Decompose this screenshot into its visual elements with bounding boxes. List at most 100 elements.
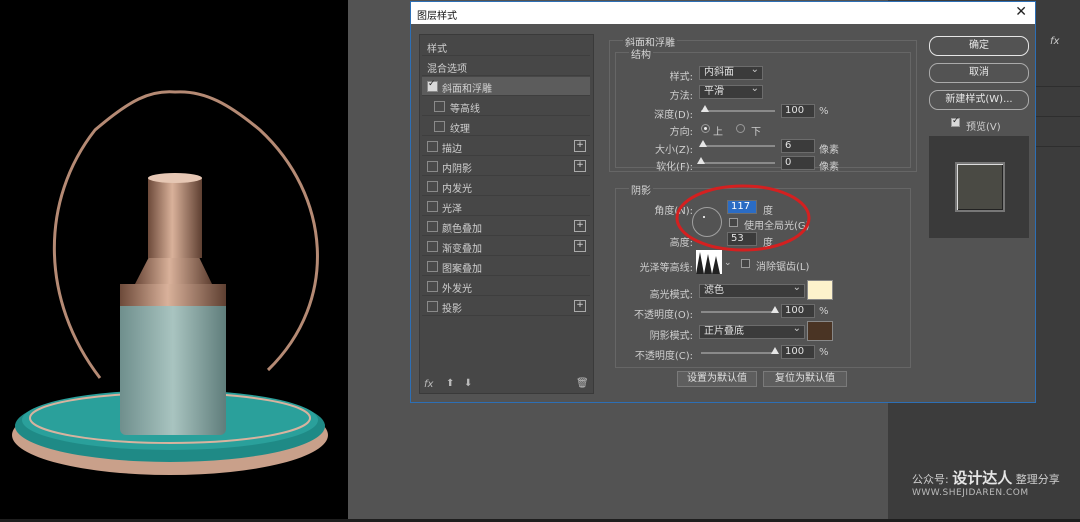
make-default-button[interactable]: 设置为默认值 xyxy=(677,371,757,387)
style-list-item[interactable]: 颜色叠加 + xyxy=(422,217,590,236)
style-item-label: 斜面和浮雕 xyxy=(442,84,492,95)
size-unit: 像素 xyxy=(819,145,839,156)
soften-slider-thumb[interactable] xyxy=(697,157,705,164)
layer-style-dialog: 图层样式 ✕ 样式 混合选项 fx ⬆ ⬇ 🗑 斜面和浮雕等高线纹理描边+内阴影… xyxy=(410,1,1036,403)
style-checkbox[interactable] xyxy=(427,161,438,172)
size-slider[interactable] xyxy=(699,140,775,147)
shading-group-title: 阴影 xyxy=(629,182,653,197)
style-list-item[interactable]: 内阴影 + xyxy=(422,157,590,176)
direction-down-radio[interactable] xyxy=(736,124,745,133)
shadow-opacity-input[interactable]: 100 xyxy=(781,345,815,359)
size-input[interactable]: 6 xyxy=(781,139,815,153)
depth-input[interactable]: 100 xyxy=(781,104,815,118)
style-list-item[interactable]: 渐变叠加 + xyxy=(422,237,590,256)
blending-options-item[interactable]: 混合选项 xyxy=(422,57,590,76)
add-instance-icon[interactable]: + xyxy=(574,300,586,312)
preview-label: 预览(V) xyxy=(966,122,1001,133)
bevel-style-select[interactable]: 内斜面 xyxy=(699,64,763,80)
add-instance-icon[interactable]: + xyxy=(574,160,586,172)
style-list-item[interactable]: 等高线 xyxy=(422,97,590,116)
side-panel-row[interactable] xyxy=(1036,118,1080,147)
highlight-opacity-thumb[interactable] xyxy=(771,306,779,313)
highlight-opacity-input[interactable]: 100 xyxy=(781,304,815,318)
highlight-mode-select[interactable]: 滤色 xyxy=(699,282,805,298)
style-item-label: 外发光 xyxy=(442,284,472,295)
add-instance-icon[interactable]: + xyxy=(574,220,586,232)
style-checkbox[interactable] xyxy=(427,241,438,252)
shadow-opacity-slider[interactable] xyxy=(701,347,779,354)
style-list-item[interactable]: 外发光 xyxy=(422,277,590,296)
technique-label: 方法: xyxy=(669,91,693,102)
trash-icon[interactable]: 🗑 xyxy=(576,378,589,389)
shadow-mode-select[interactable]: 正片叠底 xyxy=(699,323,805,339)
cancel-button[interactable]: 取消 xyxy=(929,63,1029,83)
dialog-titlebar[interactable]: 图层样式 ✕ xyxy=(411,2,1035,24)
style-checkbox[interactable] xyxy=(434,101,445,112)
style-item-label: 图案叠加 xyxy=(442,264,482,275)
side-panel-row[interactable] xyxy=(1036,88,1080,117)
shadow-mode-label: 阴影模式: xyxy=(649,331,693,342)
style-list-item[interactable]: 光泽 xyxy=(422,197,590,216)
highlight-opacity-label: 不透明度(O): xyxy=(633,310,693,321)
style-checkbox[interactable] xyxy=(427,79,438,92)
technique-select[interactable]: 平滑 xyxy=(699,83,763,99)
style-checkbox[interactable] xyxy=(427,201,438,212)
preview-checkbox[interactable]: ✓ xyxy=(951,116,960,127)
direction-down-label: 下 xyxy=(751,127,761,138)
shadow-opacity-unit: % xyxy=(819,347,829,358)
highlight-color-swatch[interactable] xyxy=(807,280,833,300)
style-checkbox[interactable] xyxy=(427,301,438,312)
style-checkbox[interactable] xyxy=(427,261,438,272)
anti-alias-checkbox[interactable] xyxy=(741,259,750,268)
depth-slider[interactable] xyxy=(701,105,775,112)
watermark-brand: 设计达人 xyxy=(952,469,1013,487)
direction-up-label: 上 xyxy=(713,127,723,138)
add-instance-icon[interactable]: + xyxy=(574,240,586,252)
depth-unit: % xyxy=(819,106,829,117)
soften-input[interactable]: 0 xyxy=(781,156,815,170)
style-list-item[interactable]: 内发光 xyxy=(422,177,590,196)
reset-default-button[interactable]: 复位为默认值 xyxy=(763,371,847,387)
move-down-icon[interactable]: ⬇ xyxy=(464,378,472,389)
product-artwork-image xyxy=(12,90,328,475)
style-checkbox[interactable] xyxy=(427,281,438,292)
soften-unit: 像素 xyxy=(819,162,839,173)
style-checkbox[interactable] xyxy=(427,181,438,192)
new-style-button[interactable]: 新建样式(W)... xyxy=(929,90,1029,110)
red-annotation-circle xyxy=(675,184,811,252)
soften-slider[interactable] xyxy=(697,157,775,164)
style-list-header[interactable]: 样式 xyxy=(422,37,590,56)
blending-options-label: 混合选项 xyxy=(427,64,467,75)
size-slider-thumb[interactable] xyxy=(699,140,707,147)
shadow-opacity-thumb[interactable] xyxy=(771,347,779,354)
direction-label: 方向: xyxy=(669,127,693,138)
add-instance-icon[interactable]: + xyxy=(574,140,586,152)
highlight-opacity-slider[interactable] xyxy=(701,306,779,313)
dialog-title: 图层样式 xyxy=(417,11,457,22)
move-up-icon[interactable]: ⬆ xyxy=(446,378,454,389)
side-panel-row[interactable] xyxy=(1036,58,1080,87)
gloss-contour-thumbnail[interactable] xyxy=(696,250,722,274)
style-list-item[interactable]: 图案叠加 xyxy=(422,257,590,276)
preview-swatch xyxy=(955,162,1005,212)
direction-up-radio[interactable] xyxy=(701,124,710,133)
soften-label: 软化(F): xyxy=(656,162,693,173)
highlight-opacity-unit: % xyxy=(819,306,829,317)
style-list-item[interactable]: 纹理 xyxy=(422,117,590,136)
style-item-label: 描边 xyxy=(442,144,462,155)
contour-dropdown-icon[interactable]: ⌄ xyxy=(724,258,732,268)
close-icon[interactable]: ✕ xyxy=(1015,4,1027,20)
style-item-label: 渐变叠加 xyxy=(442,244,482,255)
fx-indicator: fx xyxy=(1050,36,1060,47)
style-list-item[interactable]: 投影 + xyxy=(422,297,590,316)
highlight-mode-label: 高光模式: xyxy=(649,290,693,301)
depth-slider-thumb[interactable] xyxy=(701,105,709,112)
style-checkbox[interactable] xyxy=(427,221,438,232)
style-list-item[interactable]: 描边 + xyxy=(422,137,590,156)
style-checkbox[interactable] xyxy=(434,121,445,132)
style-list-item[interactable]: 斜面和浮雕 xyxy=(422,77,590,96)
style-checkbox[interactable] xyxy=(427,141,438,152)
shadow-color-swatch[interactable] xyxy=(807,321,833,341)
fx-menu-icon[interactable]: fx xyxy=(424,379,433,390)
ok-button[interactable]: 确定 xyxy=(929,36,1029,56)
